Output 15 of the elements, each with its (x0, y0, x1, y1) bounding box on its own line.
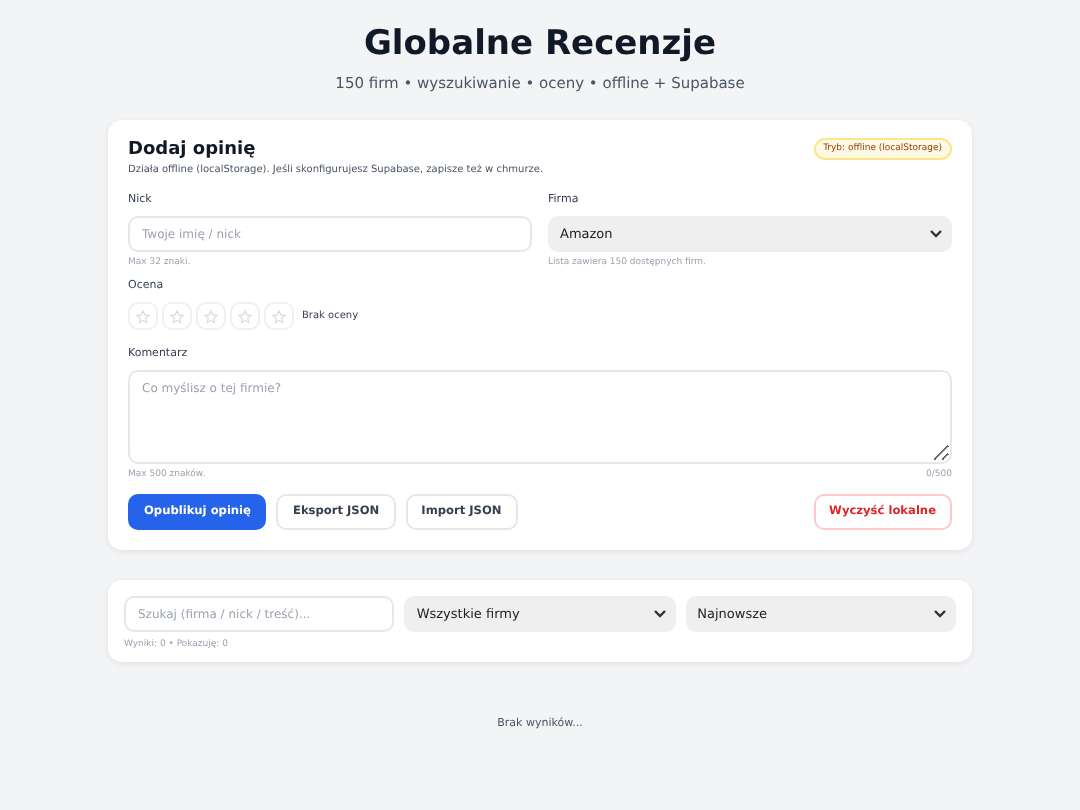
star-icon (136, 309, 150, 323)
star-icon (204, 309, 218, 323)
chevron-down-icon (930, 230, 942, 238)
star-icon (272, 309, 286, 323)
chevron-down-icon (653, 610, 666, 618)
form-title: Dodaj opinię (128, 139, 256, 159)
star-button[interactable] (162, 302, 192, 330)
chevron-down-icon (933, 610, 946, 618)
star-icon (238, 309, 252, 323)
star-button[interactable] (230, 302, 260, 330)
star-icon (170, 309, 184, 323)
star-button[interactable] (196, 302, 226, 330)
page-title: Globalne Recenzje (361, 22, 719, 66)
star-button[interactable] (128, 302, 158, 330)
star-button[interactable] (264, 302, 294, 330)
